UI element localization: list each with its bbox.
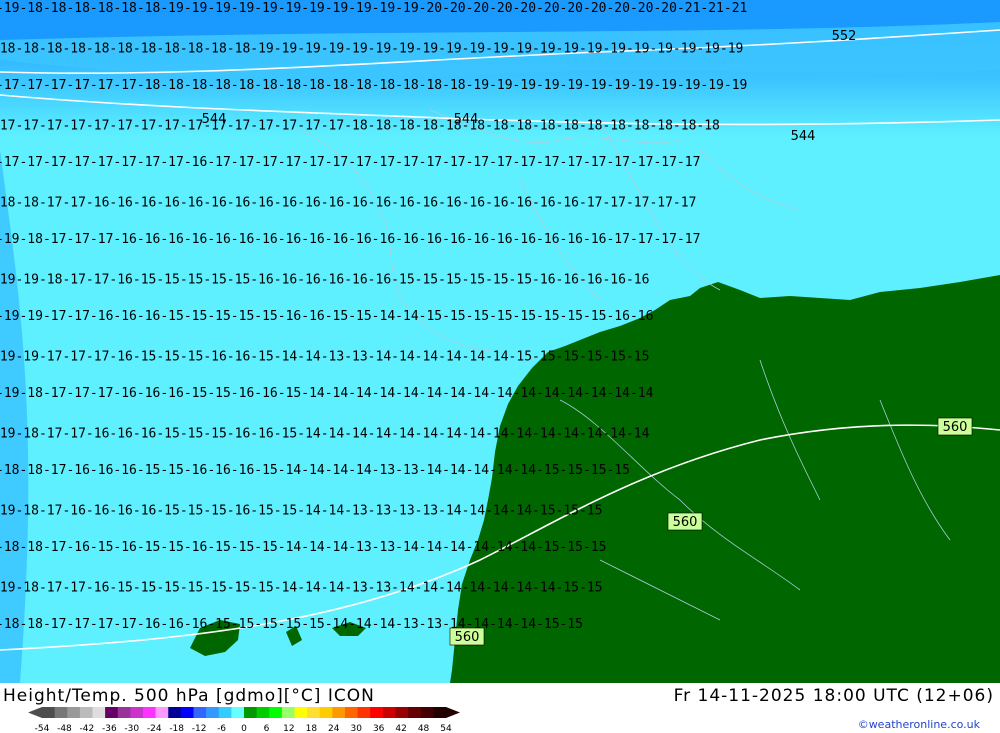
legend-tick-label: 24 xyxy=(328,724,340,733)
legend-tick-label: 12 xyxy=(283,724,294,733)
legend-swatch xyxy=(256,707,270,718)
legend-swatch xyxy=(42,707,56,718)
geopotential-label: 544 xyxy=(202,112,227,127)
legend-swatch xyxy=(319,707,333,718)
legend-tick-label: -24 xyxy=(147,724,162,733)
credit-link[interactable]: ©weatheronline.co.uk xyxy=(858,718,980,731)
legend-swatch xyxy=(420,707,434,718)
legend-swatch xyxy=(105,707,119,718)
isotherm-label-row: -19-19-17-17-17-16-15-15-15-16-16-15-14-… xyxy=(0,350,649,365)
legend-swatch xyxy=(92,707,106,718)
legend-tick-label: -6 xyxy=(217,724,226,733)
legend-swatch xyxy=(117,707,131,718)
legend-swatch xyxy=(307,707,321,718)
isotherm-label-row: -19-18-17-17-16-15-15-15-15-15-15-15-14-… xyxy=(0,581,602,596)
legend-swatch xyxy=(67,707,81,718)
legend-tick-label: 30 xyxy=(350,724,362,733)
geopotential-label: 560 xyxy=(673,515,698,530)
isotherm-label-row: -19-18-17-16-16-16-16-15-15-15-16-15-15-… xyxy=(0,504,602,519)
color-scale-legend: -54 -48 -42 -36 -30 -24 -18 -12 -6 0 6 12 18 24 30 36 42… xyxy=(28,707,460,733)
isotherm-label-row: -17-17-17-17-17-17-18-18-18-18-18-18-18-… xyxy=(0,78,747,93)
legend-swatch xyxy=(79,707,93,718)
isotherm-label-row: -18-18-18-18-18-18-18-18-18-18-18-19-19-… xyxy=(0,42,743,57)
isotherm-label-row: -19-18-17-17-17-16-16-16-15-15-16-16-15-… xyxy=(0,386,654,401)
map-canvas: -19-18-18-18-18-18-18-19-19-19-19-19-19-… xyxy=(0,0,1000,683)
geopotential-label: 552 xyxy=(832,29,857,44)
legend-arrow-right xyxy=(446,707,460,718)
legend-swatch xyxy=(357,707,371,718)
legend-swatch xyxy=(180,707,194,718)
legend-swatch xyxy=(193,707,207,718)
map-title: Height/Temp. 500 hPa [gdmo][°C] ICON xyxy=(3,686,375,706)
legend-tick-label: -42 xyxy=(80,724,95,733)
legend-swatch xyxy=(408,707,422,718)
isotherm-label-row: -19-18-17-17-16-16-16-15-15-15-16-16-15-… xyxy=(0,427,650,442)
isotherm-label-row: -18-18-17-17-16-16-16-16-16-16-16-16-16-… xyxy=(0,196,696,211)
legend-swatch xyxy=(143,707,157,718)
legend-tick-label: 48 xyxy=(418,724,430,733)
legend-swatch xyxy=(218,707,232,718)
isotherm-label-row: -19-18-18-18-18-18-18-19-19-19-19-19-19-… xyxy=(0,1,747,16)
legend-arrow-left xyxy=(28,707,42,718)
geopotential-label: 560 xyxy=(455,630,480,645)
isotherm-label-row: -19-18-17-17-17-16-16-16-16-16-16-16-16-… xyxy=(0,232,700,247)
geopotential-label: 544 xyxy=(791,129,816,144)
legend-tick-label: 54 xyxy=(440,724,452,733)
weather-map[interactable]: -19-18-18-18-18-18-18-19-19-19-19-19-19-… xyxy=(0,0,1000,683)
isotherm-label-row: -18-18-17-17-17-17-16-16-16-15-15-15-15-… xyxy=(0,617,583,632)
legend-tick-label: 36 xyxy=(373,724,385,733)
legend-tick-label: -12 xyxy=(192,724,207,733)
legend-swatch xyxy=(281,707,295,718)
geopotential-label: 560 xyxy=(943,420,968,435)
geopotential-label: 544 xyxy=(454,112,479,127)
legend-tick-label: -18 xyxy=(169,724,184,733)
legend-swatch xyxy=(54,707,68,718)
isotherm-label-row: -17-17-17-17-17-17-17-17-16-17-17-17-17-… xyxy=(0,155,700,170)
legend-tick-label: -30 xyxy=(124,724,139,733)
legend-tick-label: 42 xyxy=(395,724,406,733)
map-footer: Height/Temp. 500 hPa [gdmo][°C] ICON Fr … xyxy=(0,683,1000,733)
legend-swatch xyxy=(168,707,182,718)
legend-tick-label: -54 xyxy=(35,724,50,733)
isotherm-label-row: -19-19-18-17-17-16-15-15-15-15-15-16-16-… xyxy=(0,273,649,288)
legend-swatch xyxy=(395,707,409,718)
legend-tick-label: -48 xyxy=(57,724,72,733)
isotherm-label-row: -17-17-17-17-17-17-17-17-17-17-17-17-17-… xyxy=(0,119,720,134)
isotherm-label-row: -19-19-17-17-16-16-16-15-15-15-15-15-16-… xyxy=(0,309,653,324)
legend-swatch xyxy=(332,707,346,718)
legend-swatch xyxy=(231,707,245,718)
legend-swatch xyxy=(433,707,447,718)
legend-tick-label: -36 xyxy=(102,724,117,733)
legend-swatch xyxy=(206,707,220,718)
isotherm-label-row: -18-18-17-16-16-16-15-15-16-16-16-15-14-… xyxy=(0,463,630,478)
legend-swatch xyxy=(269,707,283,718)
legend-tick-label: 6 xyxy=(264,724,270,733)
legend-swatch xyxy=(345,707,359,718)
legend-swatch xyxy=(155,707,169,718)
legend-swatch xyxy=(130,707,144,718)
legend-swatch xyxy=(382,707,396,718)
legend-swatch xyxy=(294,707,308,718)
run-time: Fr 14-11-2025 18:00 UTC (12+06) xyxy=(673,686,994,706)
legend-tick-label: 18 xyxy=(306,724,318,733)
legend-swatch xyxy=(244,707,258,718)
legend-tick-label: 0 xyxy=(241,724,247,733)
legend-swatch xyxy=(370,707,384,718)
isotherm-label-row: -18-18-17-16-15-16-15-15-16-15-15-15-14-… xyxy=(0,540,606,555)
